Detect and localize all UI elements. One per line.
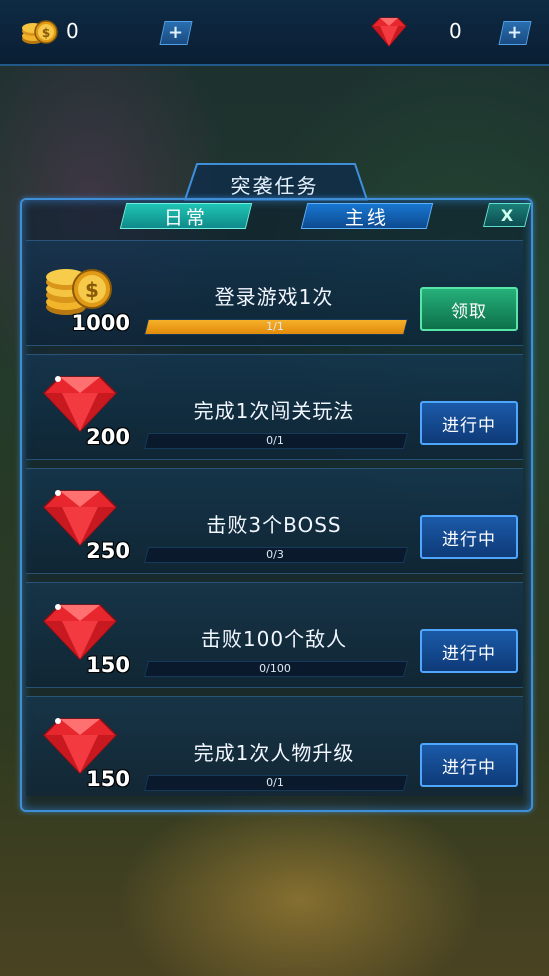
in-progress-button[interactable]: 进行中 [420,515,518,559]
progress-text: 0/3 [266,548,284,561]
add-coins-button[interactable]: + [159,21,193,45]
task-name: 完成1次闯关玩法 [193,399,355,423]
svg-text:$: $ [42,26,50,40]
reward-amount: 200 [86,425,130,449]
task-row: $ 1000 登录游戏1次 1/1 领取 [26,240,523,346]
close-button[interactable]: X [483,203,531,227]
in-progress-button[interactable]: 进行中 [420,401,518,445]
tab-daily[interactable]: 日常 [119,203,253,229]
progress-text: 0/1 [266,776,284,789]
task-name: 击败3个BOSS [206,513,342,537]
in-progress-button[interactable]: 进行中 [420,743,518,787]
reward-amount: 1000 [71,311,130,335]
task-name: 登录游戏1次 [214,285,334,309]
progress-text: 0/1 [266,434,284,447]
progress-text: 0/100 [259,662,291,675]
close-icon: X [500,205,514,225]
svg-text:$: $ [85,278,99,302]
progress-text: 1/1 [266,320,284,333]
claim-button[interactable]: 领取 [420,287,518,331]
gem-count: 0 [449,19,462,43]
task-row: 250 击败3个BOSS 0/3 进行中 [26,468,523,574]
task-name: 击败100个敌人 [200,627,348,651]
reward-amount: 150 [86,653,130,677]
reward-amount: 250 [86,539,130,563]
reward-amount: 150 [86,767,130,791]
coin-count: 0 [66,19,79,43]
add-gems-button[interactable]: + [498,21,532,45]
task-row: 150 击败100个敌人 0/100 进行中 [26,582,523,688]
task-name: 完成1次人物升级 [193,741,355,765]
task-row: 150 完成1次人物升级 0/1 进行中 [26,696,523,796]
currency-bar: $ 0 + 0 + [0,0,549,66]
task-list[interactable]: $ 1000 登录游戏1次 1/1 领取 200 完成1次闯关玩法 0/1 进行… [26,236,523,796]
red-gem-icon [371,17,407,47]
task-row: 200 完成1次闯关玩法 0/1 进行中 [26,354,523,460]
in-progress-button[interactable]: 进行中 [420,629,518,673]
panel-title: 突袭任务 [230,174,319,198]
tab-main[interactable]: 主线 [300,203,434,229]
gold-coins-icon: $ [22,20,58,44]
